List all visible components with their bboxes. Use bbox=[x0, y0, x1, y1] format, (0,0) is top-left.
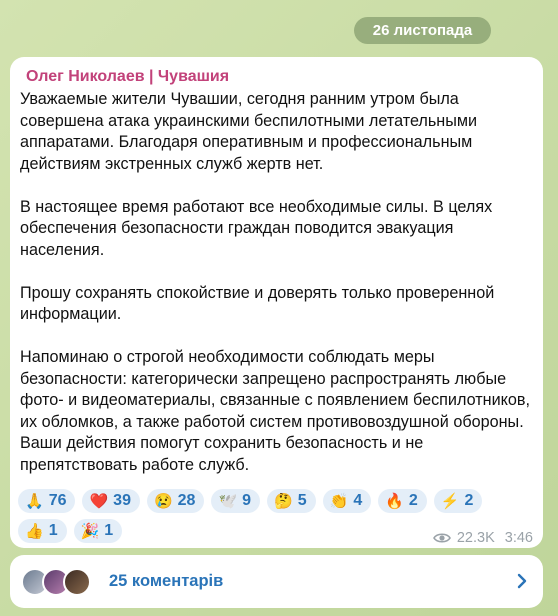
commenter-avatars bbox=[21, 567, 101, 596]
reaction-pray[interactable]: 🙏 76 bbox=[18, 489, 76, 513]
reaction-dove[interactable]: 🕊️ 9 bbox=[211, 489, 261, 513]
cry-emoji-icon: 😢 bbox=[153, 493, 173, 510]
comments-button[interactable]: 25 коментарів bbox=[10, 555, 543, 608]
message-paragraph: В настоящее время работают все необходим… bbox=[20, 197, 493, 259]
message-bubble: Олег Николаев | Чувашия Уважаемые жители… bbox=[10, 57, 543, 548]
chevron-right-icon bbox=[517, 573, 527, 589]
reaction-count: 2 bbox=[464, 492, 474, 509]
reaction-lightning[interactable]: ⚡ 2 bbox=[433, 489, 483, 513]
reaction-count: 5 bbox=[297, 492, 307, 509]
date-pill: 26 листопада bbox=[354, 17, 491, 44]
channel-name[interactable]: Олег Николаев | Чувашия bbox=[26, 68, 229, 86]
fire-emoji-icon: 🔥 bbox=[385, 493, 404, 510]
clap-emoji-icon: 👏 bbox=[329, 493, 349, 510]
message-paragraph: Прошу сохранять спокойствие и доверять т… bbox=[20, 283, 495, 324]
reaction-count: 4 bbox=[353, 492, 363, 509]
reaction-count: 2 bbox=[408, 492, 418, 509]
message-time: 3:46 bbox=[504, 530, 533, 546]
reaction-party[interactable]: 🎉 1 bbox=[73, 519, 123, 543]
message-text: Уважаемые жители Чувашии, сегодня ранним… bbox=[20, 89, 530, 498]
reaction-heart[interactable]: ❤️ 39 bbox=[82, 489, 140, 513]
heart-emoji-icon: ❤️ bbox=[89, 493, 109, 510]
message-meta: 22.3K 3:46 bbox=[432, 530, 533, 546]
reaction-thumbs-up[interactable]: 👍 1 bbox=[18, 519, 67, 543]
message-paragraph: Напоминаю о строгой необходимости соблюд… bbox=[20, 348, 531, 474]
dove-emoji-icon: 🕊️ bbox=[218, 493, 238, 510]
reaction-count: 39 bbox=[113, 492, 131, 509]
reaction-count: 76 bbox=[48, 492, 67, 509]
party-emoji-icon: 🎉 bbox=[80, 523, 100, 540]
comments-label: 25 коментарів bbox=[109, 572, 224, 590]
reaction-thinking[interactable]: 🤔 5 bbox=[267, 489, 316, 513]
thumbs-up-emoji-icon: 👍 bbox=[25, 523, 44, 540]
reaction-clap[interactable]: 👏 4 bbox=[322, 489, 372, 513]
eye-icon bbox=[432, 533, 451, 543]
reaction-count: 28 bbox=[177, 492, 196, 509]
lightning-emoji-icon: ⚡ bbox=[440, 493, 460, 510]
reaction-count: 1 bbox=[48, 522, 58, 539]
pray-emoji-icon: 🙏 bbox=[25, 493, 44, 510]
message-paragraph: Уважаемые жители Чувашии, сегодня ранним… bbox=[20, 90, 478, 173]
reaction-cry[interactable]: 😢 28 bbox=[146, 489, 205, 513]
thinking-emoji-icon: 🤔 bbox=[274, 493, 293, 510]
reaction-count: 1 bbox=[104, 522, 114, 539]
reaction-fire[interactable]: 🔥 2 bbox=[378, 489, 427, 513]
avatar bbox=[63, 567, 91, 596]
reaction-count: 9 bbox=[242, 492, 252, 509]
view-count: 22.3K bbox=[456, 530, 495, 546]
